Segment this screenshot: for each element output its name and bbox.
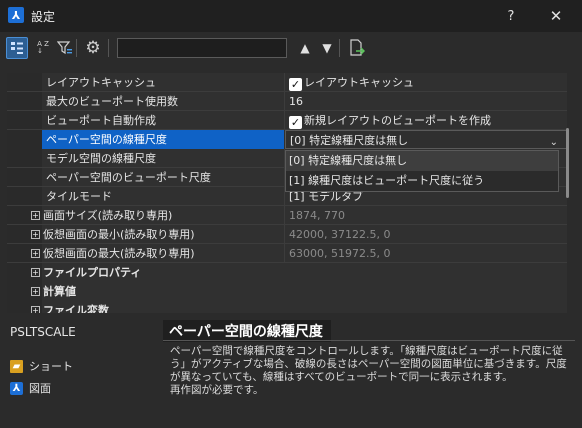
property-name: タイルモード [46,190,112,203]
checkbox-label: レイアウトキャッシュ [304,76,414,89]
title-bar: ⅄ 設定 ? ✕ [0,0,582,32]
app-icon: ⅄ [8,7,24,23]
close-button[interactable]: ✕ [536,3,576,29]
shortcut-folder-icon: ▰ [10,359,23,373]
property-row-expandable[interactable]: 仮想画面の最小(読み取り専用) + 42000, 37122.5, 0 [7,225,567,244]
gear-icon: ⚙ [85,38,101,58]
property-name: レイアウトキャッシュ [46,76,156,89]
category-name: 計算値 [43,285,76,298]
category-name: ファイルプロパティ [43,266,142,279]
dropdown-selected-value: [0] 特定線種尺度は無し [290,134,409,147]
link-label: 図面 [29,382,51,395]
toolbar-separator [108,39,109,57]
toolbar: A Z ↓ ⚙ ▲ ▼ [0,32,582,64]
property-value[interactable]: ✓ レイアウトキャッシュ [285,73,567,92]
categorized-view-button[interactable] [6,37,28,59]
sort-az-icon: A Z ↓ [37,40,49,55]
property-row-expandable[interactable]: 画面サイズ(読み取り専用) + 1874, 770 [7,206,567,225]
property-value-readonly: 63000, 51972.5, 0 [289,247,391,260]
link-label: ショート [29,360,73,373]
property-name: 仮想画面の最小(読み取り専用) [43,228,195,241]
variable-name: PSLTSCALE [10,325,76,339]
property-name: 画面サイズ(読み取り専用) [43,209,173,222]
arrow-down-icon: ▼ [322,41,332,55]
property-name: 最大のビューポート使用数 [46,95,178,108]
property-name: ビューポート自動作成 [46,114,156,127]
property-value-readonly: 1874, 770 [289,209,345,222]
property-name: モデル空間の線種尺度 [46,152,156,165]
previous-result-button[interactable]: ▲ [294,37,316,59]
filter-icon [57,41,72,55]
property-row[interactable]: レイアウトキャッシュ ✓ レイアウトキャッシュ [7,73,567,92]
property-name: ペーパー空間のビューポート尺度 [46,171,211,184]
drawing-link[interactable]: ⅄ 図面 [10,380,51,396]
drawing-app-icon: ⅄ [10,381,23,395]
checkbox-label: 新規レイアウトのビューポートを作成 [304,114,491,127]
property-value-dropdown[interactable]: [0] 特定線種尺度は無し ⌄ [285,130,567,149]
property-row[interactable]: 最大のビューポート使用数 16 [7,92,567,111]
category-name: ファイル変数 [43,304,109,313]
settings-button[interactable]: ⚙ [82,37,104,59]
toolbar-separator [339,39,340,57]
description-title: ペーパー空間の線種尺度 [163,320,331,342]
export-icon [350,39,365,56]
property-name: 仮想画面の最大(読み取り専用) [43,247,195,260]
next-result-button[interactable]: ▼ [316,37,338,59]
expand-plus-icon[interactable]: + [31,211,40,220]
categorized-icon [11,42,23,54]
dropdown-option[interactable]: [0] 特定線種尺度は無し [286,151,558,171]
property-row[interactable]: ビューポート自動作成 ✓ 新規レイアウトのビューポートを作成 [7,111,567,130]
help-button[interactable]: ? [496,3,526,29]
category-row[interactable]: + 計算値 [7,282,567,301]
search-input[interactable] [117,38,287,58]
dropdown-option[interactable]: [1] 線種尺度はビューポート尺度に従う [286,171,558,191]
checkbox-checked-icon[interactable]: ✓ [289,116,302,129]
shortcut-link[interactable]: ▰ ショート [10,358,73,374]
dropdown-list: [0] 特定線種尺度は無し [1] 線種尺度はビューポート尺度に従う [285,150,559,192]
divider [163,340,575,341]
property-row-expandable[interactable]: 仮想画面の最大(読み取り専用) + 63000, 51972.5, 0 [7,244,567,263]
category-row[interactable]: + ファイル変数 [7,301,567,313]
arrow-up-icon: ▲ [300,41,310,55]
description-text: ペーパー空間で線種尺度をコントロールします。「線種尺度はビューポート尺度に従う」… [170,345,567,396]
property-grid: レイアウトキャッシュ ✓ レイアウトキャッシュ 最大のビューポート使用数 16 ビ… [7,73,567,313]
property-value-readonly: 42000, 37122.5, 0 [289,228,391,241]
expand-plus-icon[interactable]: + [31,230,40,239]
property-row-selected[interactable]: ペーパー空間の線種尺度 [0] 特定線種尺度は無し ⌄ [7,130,567,149]
window-title: 設定 [31,10,56,24]
property-name: ペーパー空間の線種尺度 [42,130,284,149]
category-row[interactable]: + ファイルプロパティ [7,263,567,282]
export-button[interactable] [346,37,368,59]
description-panel: PSLTSCALE ▰ ショート ⅄ 図面 ペーパー空間の線種尺度 ペーパー空間… [0,315,582,428]
scrollbar-thumb[interactable] [566,128,569,198]
expand-plus-icon[interactable]: + [31,249,40,258]
toolbar-separator [76,39,77,57]
chevron-down-icon[interactable]: ⌄ [550,133,558,148]
filter-button[interactable] [54,37,76,59]
property-value[interactable]: ✓ 新規レイアウトのビューポートを作成 [285,111,567,130]
checkbox-checked-icon[interactable]: ✓ [289,78,302,91]
alphabetical-view-button[interactable]: A Z ↓ [32,37,54,59]
property-value[interactable]: 16 [285,92,567,111]
